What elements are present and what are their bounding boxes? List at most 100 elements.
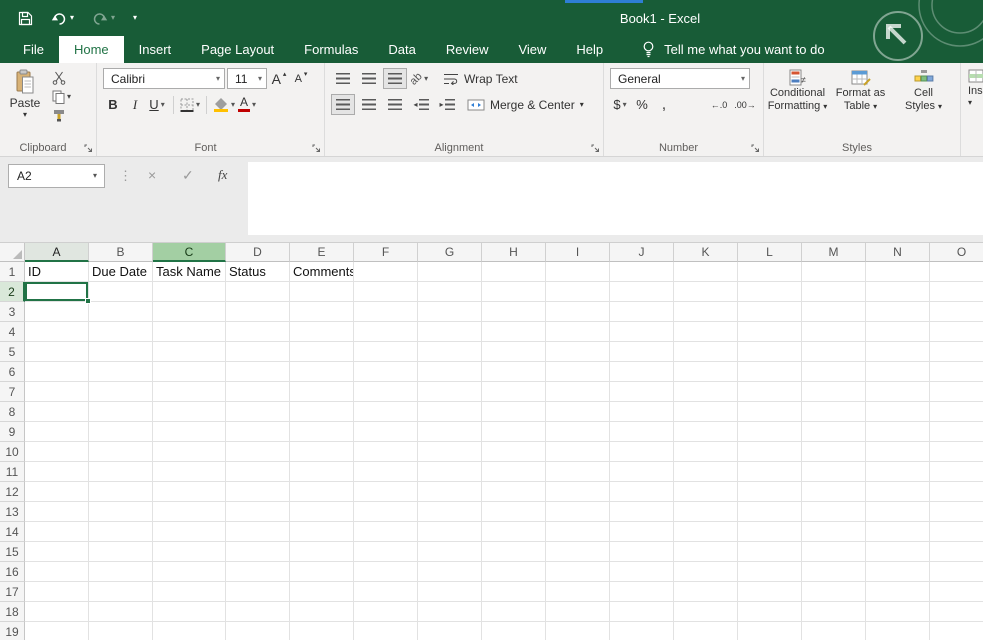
row-header-9[interactable]: 9 bbox=[0, 422, 25, 442]
cell-H9[interactable] bbox=[482, 422, 546, 442]
cell-O6[interactable] bbox=[930, 362, 983, 382]
cell-C3[interactable] bbox=[153, 302, 226, 322]
column-header-C[interactable]: C bbox=[153, 243, 226, 262]
cell-E15[interactable] bbox=[290, 542, 354, 562]
font-name-select[interactable]: Calibri ▾ bbox=[103, 68, 225, 89]
cell-D1[interactable]: Status bbox=[226, 262, 290, 282]
increase-decimal-button[interactable]: ←.0 bbox=[707, 100, 731, 110]
cell-A14[interactable] bbox=[25, 522, 89, 542]
cell-C15[interactable] bbox=[153, 542, 226, 562]
bold-button[interactable]: B bbox=[103, 94, 123, 115]
tab-home[interactable]: Home bbox=[58, 36, 124, 63]
tab-view[interactable]: View bbox=[503, 36, 561, 63]
row-header-11[interactable]: 11 bbox=[0, 462, 25, 482]
cell-B9[interactable] bbox=[89, 422, 153, 442]
cell-F10[interactable] bbox=[354, 442, 418, 462]
cell-J12[interactable] bbox=[610, 482, 674, 502]
cell-K2[interactable] bbox=[674, 282, 738, 302]
cell-N3[interactable] bbox=[866, 302, 930, 322]
cell-I14[interactable] bbox=[546, 522, 610, 542]
cell-A15[interactable] bbox=[25, 542, 89, 562]
cancel-button[interactable]: × bbox=[148, 167, 156, 183]
cell-K13[interactable] bbox=[674, 502, 738, 522]
cell-N13[interactable] bbox=[866, 502, 930, 522]
column-header-D[interactable]: D bbox=[226, 243, 290, 262]
cell-A13[interactable] bbox=[25, 502, 89, 522]
cell-D10[interactable] bbox=[226, 442, 290, 462]
column-header-N[interactable]: N bbox=[866, 243, 930, 262]
cell-G17[interactable] bbox=[418, 582, 482, 602]
middle-align-button[interactable] bbox=[357, 68, 381, 89]
cell-E7[interactable] bbox=[290, 382, 354, 402]
row-header-4[interactable]: 4 bbox=[0, 322, 25, 342]
formula-input[interactable] bbox=[248, 162, 983, 235]
cell-D6[interactable] bbox=[226, 362, 290, 382]
cell-M18[interactable] bbox=[802, 602, 866, 622]
cell-N5[interactable] bbox=[866, 342, 930, 362]
cell-A5[interactable] bbox=[25, 342, 89, 362]
align-right-button[interactable] bbox=[383, 94, 407, 115]
cell-B15[interactable] bbox=[89, 542, 153, 562]
cell-B16[interactable] bbox=[89, 562, 153, 582]
cell-D12[interactable] bbox=[226, 482, 290, 502]
tab-file[interactable]: File bbox=[8, 36, 59, 63]
accounting-format-button[interactable]: $ ▾ bbox=[610, 94, 630, 115]
cell-I4[interactable] bbox=[546, 322, 610, 342]
column-header-L[interactable]: L bbox=[738, 243, 802, 262]
decrease-indent-button[interactable]: ◂ bbox=[409, 94, 433, 115]
format-as-table-button[interactable]: Format as Table ▾ bbox=[829, 67, 892, 113]
cell-H15[interactable] bbox=[482, 542, 546, 562]
cell-H3[interactable] bbox=[482, 302, 546, 322]
clipboard-dialog-launcher[interactable] bbox=[84, 144, 93, 153]
cell-H17[interactable] bbox=[482, 582, 546, 602]
column-header-M[interactable]: M bbox=[802, 243, 866, 262]
cell-M2[interactable] bbox=[802, 282, 866, 302]
number-dialog-launcher[interactable] bbox=[751, 144, 760, 153]
cell-F9[interactable] bbox=[354, 422, 418, 442]
cell-G8[interactable] bbox=[418, 402, 482, 422]
cell-J6[interactable] bbox=[610, 362, 674, 382]
cell-O1[interactable] bbox=[930, 262, 983, 282]
cell-F14[interactable] bbox=[354, 522, 418, 542]
cell-N16[interactable] bbox=[866, 562, 930, 582]
increase-indent-button[interactable]: ▸ bbox=[435, 94, 459, 115]
cell-E6[interactable] bbox=[290, 362, 354, 382]
align-left-button[interactable] bbox=[331, 94, 355, 115]
cell-L3[interactable] bbox=[738, 302, 802, 322]
cell-C10[interactable] bbox=[153, 442, 226, 462]
cell-L14[interactable] bbox=[738, 522, 802, 542]
cell-D3[interactable] bbox=[226, 302, 290, 322]
italic-button[interactable]: I bbox=[125, 94, 145, 115]
cell-C5[interactable] bbox=[153, 342, 226, 362]
cell-H5[interactable] bbox=[482, 342, 546, 362]
cell-G10[interactable] bbox=[418, 442, 482, 462]
cell-F5[interactable] bbox=[354, 342, 418, 362]
cell-B4[interactable] bbox=[89, 322, 153, 342]
cell-N7[interactable] bbox=[866, 382, 930, 402]
cell-D16[interactable] bbox=[226, 562, 290, 582]
cell-D19[interactable] bbox=[226, 622, 290, 640]
cell-C9[interactable] bbox=[153, 422, 226, 442]
cell-G11[interactable] bbox=[418, 462, 482, 482]
cell-L16[interactable] bbox=[738, 562, 802, 582]
cell-N4[interactable] bbox=[866, 322, 930, 342]
cell-J17[interactable] bbox=[610, 582, 674, 602]
number-format-select[interactable]: General ▾ bbox=[610, 68, 750, 89]
cell-N14[interactable] bbox=[866, 522, 930, 542]
orientation-button[interactable]: ab ▾ bbox=[407, 68, 429, 89]
cell-M8[interactable] bbox=[802, 402, 866, 422]
format-painter-button[interactable] bbox=[52, 109, 71, 122]
cell-D8[interactable] bbox=[226, 402, 290, 422]
cell-I18[interactable] bbox=[546, 602, 610, 622]
row-header-3[interactable]: 3 bbox=[0, 302, 25, 322]
cell-I12[interactable] bbox=[546, 482, 610, 502]
cell-O2[interactable] bbox=[930, 282, 983, 302]
cell-F1[interactable] bbox=[354, 262, 418, 282]
font-color-button[interactable]: A ▾ bbox=[237, 94, 257, 115]
cell-A6[interactable] bbox=[25, 362, 89, 382]
cell-K5[interactable] bbox=[674, 342, 738, 362]
cell-F15[interactable] bbox=[354, 542, 418, 562]
tab-help[interactable]: Help bbox=[561, 36, 618, 63]
column-header-B[interactable]: B bbox=[89, 243, 153, 262]
enter-button[interactable]: ✓ bbox=[182, 167, 194, 184]
